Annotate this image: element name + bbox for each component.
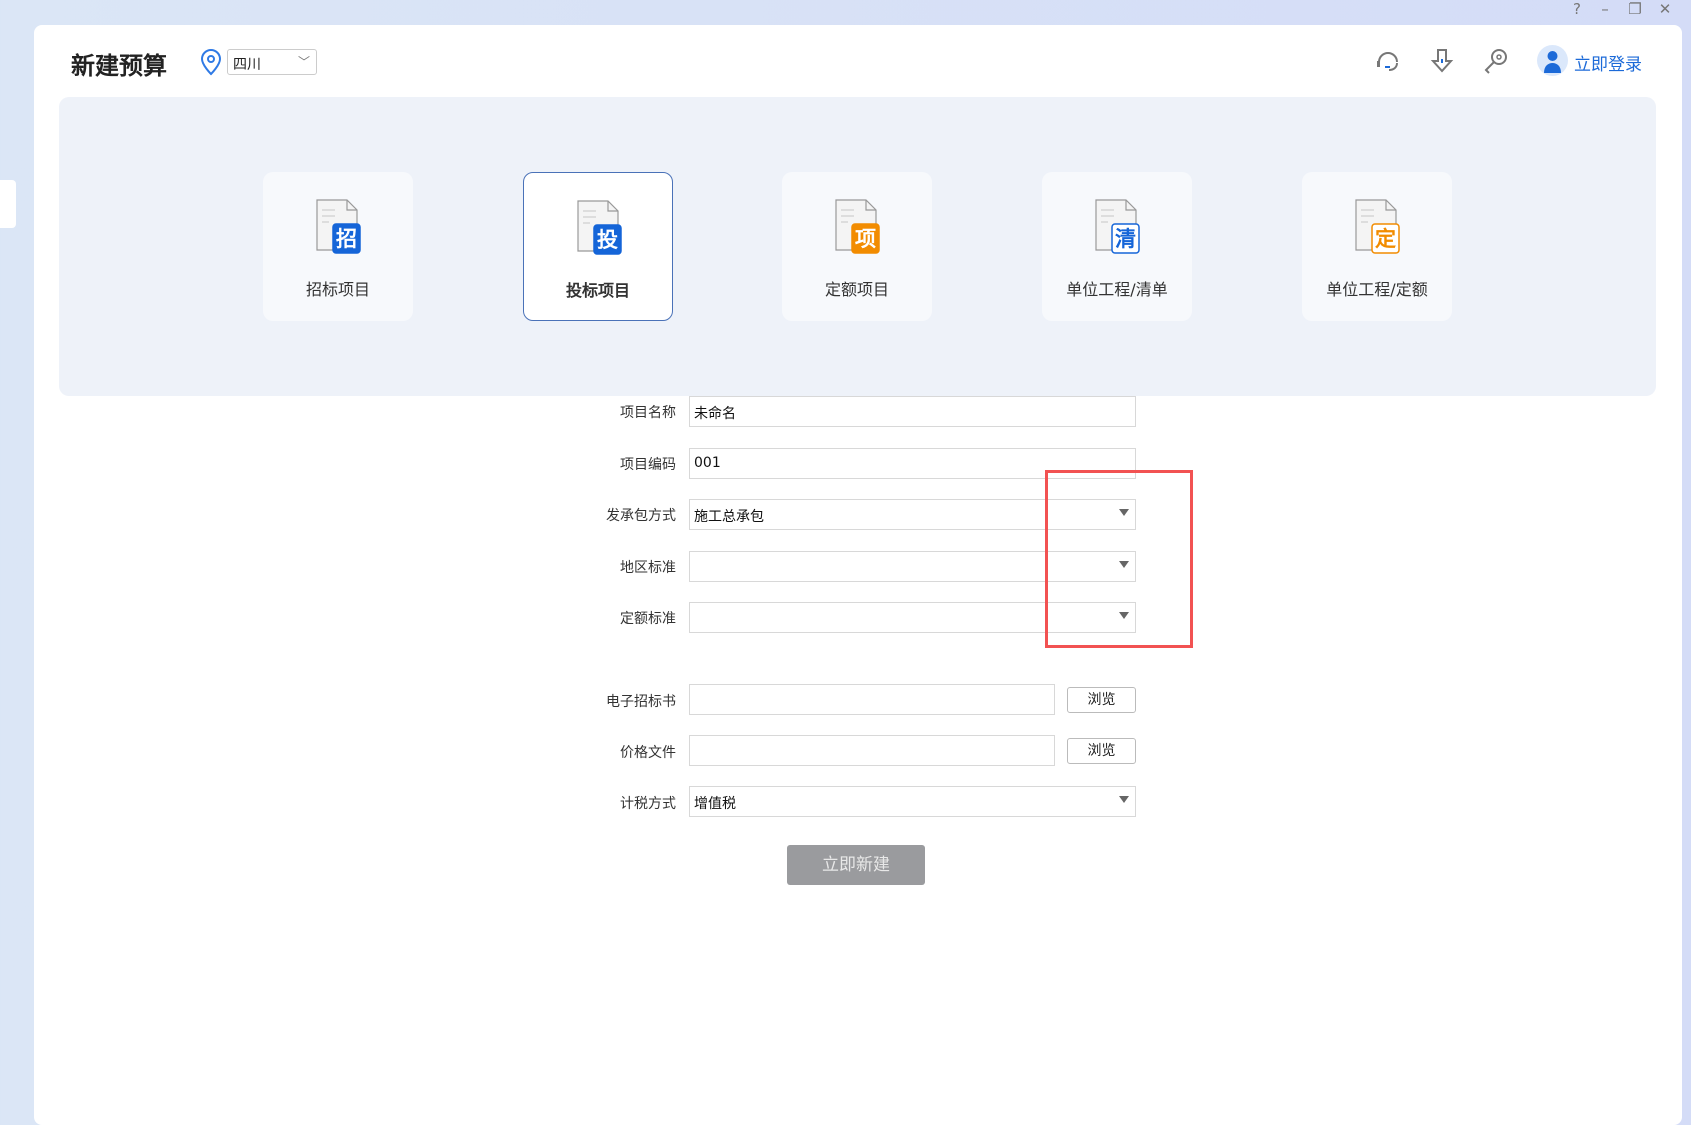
price-file-browse-button[interactable]: 浏览	[1067, 738, 1136, 764]
user-avatar[interactable]	[1537, 45, 1568, 76]
caret-down-icon	[1119, 796, 1129, 803]
svg-text:投: 投	[597, 228, 618, 252]
chevron-down-icon: ﹀	[297, 55, 310, 69]
card-label: 投标项目	[565, 281, 630, 300]
tax-mode-label: 计税方式	[620, 796, 676, 812]
document-icon: 招	[316, 199, 361, 254]
document-icon: 项	[835, 199, 880, 254]
tender-file-browse-button[interactable]: 浏览	[1067, 687, 1136, 713]
login-link[interactable]: 立即登录	[1574, 50, 1642, 75]
project-type-card[interactable]: 投投标项目	[523, 172, 673, 321]
document-icon: 投	[577, 200, 622, 255]
quota-standard-label: 定额标准	[620, 611, 676, 627]
price-file-input[interactable]	[689, 735, 1055, 766]
close-button[interactable]: ✕	[1653, 0, 1677, 18]
project-type-card[interactable]: 项定额项目	[782, 172, 932, 321]
create-now-button[interactable]: 立即新建	[787, 845, 925, 885]
project-code-label: 项目编码	[620, 457, 676, 473]
tax-mode-select[interactable]: 增值税	[689, 786, 1136, 817]
restore-button[interactable]: ❐	[1623, 0, 1647, 18]
svg-text:清: 清	[1115, 227, 1136, 251]
region-standard-label: 地区标准	[620, 560, 676, 576]
project-name-label: 项目名称	[620, 405, 676, 421]
help-button[interactable]: ?	[1565, 0, 1589, 18]
highlight-box	[1045, 470, 1193, 648]
project-type-card[interactable]: 定单位工程/定额	[1302, 172, 1452, 321]
headset-icon[interactable]	[1373, 46, 1403, 76]
document-icon: 清	[1095, 199, 1140, 254]
project-type-card[interactable]: 招招标项目	[263, 172, 413, 321]
svg-text:定: 定	[1375, 227, 1396, 251]
project-type-card[interactable]: 清单位工程/清单	[1042, 172, 1192, 321]
document-icon: 定	[1355, 199, 1400, 254]
project-name-input[interactable]: 未命名	[689, 396, 1136, 427]
card-label: 定额项目	[824, 280, 889, 299]
svg-text:招: 招	[336, 227, 357, 251]
sidebar-fragment	[0, 180, 16, 228]
svg-text:项: 项	[855, 227, 876, 251]
card-label: 单位工程/定额	[1326, 280, 1428, 299]
contract-mode-value: 施工总承包	[694, 509, 764, 525]
contract-mode-label: 发承包方式	[606, 508, 676, 524]
card-label: 招标项目	[305, 280, 370, 299]
tender-file-input[interactable]	[689, 684, 1055, 715]
page-title: 新建预算	[71, 52, 167, 80]
tender-file-label: 电子招标书	[606, 694, 676, 710]
tax-mode-value: 增值税	[694, 796, 736, 812]
card-label: 单位工程/清单	[1066, 280, 1168, 299]
minimize-button[interactable]: –	[1593, 0, 1617, 18]
location-icon	[200, 48, 222, 76]
download-icon[interactable]	[1427, 46, 1457, 76]
region-value: 四川	[233, 57, 261, 73]
key-icon[interactable]	[1481, 46, 1511, 76]
price-file-label: 价格文件	[620, 745, 676, 761]
region-select[interactable]: 四川 ﹀	[227, 49, 317, 75]
